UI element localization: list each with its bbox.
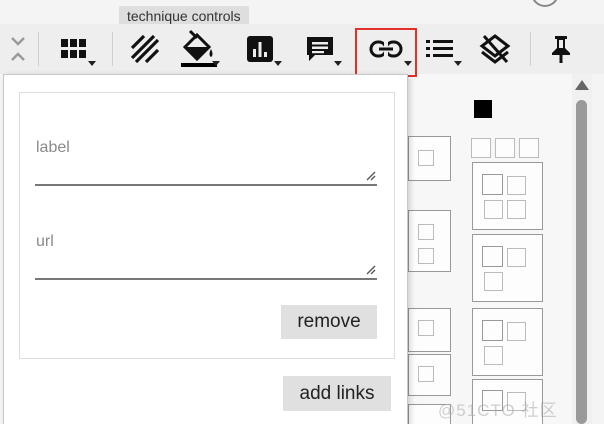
url-input[interactable]: [35, 278, 377, 280]
url-field-label: url: [36, 233, 54, 250]
link-entry-card: label url remove: [19, 92, 395, 359]
dropdown-caret-icon: [212, 61, 220, 66]
grid-icon: [61, 39, 86, 58]
technique-cell[interactable]: [472, 308, 543, 376]
sub-square: [418, 224, 434, 240]
label-input[interactable]: [35, 184, 377, 186]
scoring-button[interactable]: [236, 26, 284, 72]
comment-button[interactable]: [296, 26, 344, 72]
attack-navigator-view: technique controls label url remove add …: [0, 0, 604, 424]
sub-square: [507, 176, 526, 195]
sub-square: [507, 248, 526, 267]
comment-icon: [307, 37, 333, 61]
bar-chart-icon: [247, 36, 273, 62]
sub-square: [484, 200, 503, 219]
watermark: @51CTO 社区: [438, 401, 558, 420]
sub-square: [418, 248, 434, 264]
pin-button[interactable]: [544, 26, 578, 72]
sub-square: [418, 320, 434, 336]
background-color-button[interactable]: [176, 26, 222, 72]
sub-square: [482, 174, 503, 195]
color-swatch: [474, 100, 492, 118]
sub-square: [418, 150, 434, 166]
sub-square: [484, 272, 503, 291]
dropdown-caret-icon: [274, 61, 282, 66]
add-links-button[interactable]: add links: [283, 376, 391, 411]
pin-icon: [552, 36, 570, 63]
sub-square: [507, 322, 526, 341]
toolbar: [0, 24, 604, 74]
scroll-up-arrow-icon[interactable]: [575, 80, 589, 90]
help-icon[interactable]: [531, 0, 559, 7]
collapse-arrows-icon: [11, 37, 25, 61]
sub-square: [418, 366, 434, 382]
resize-handle-icon[interactable]: [366, 171, 376, 181]
technique-cell[interactable]: [472, 162, 543, 230]
sub-square: [471, 138, 491, 158]
toolbar-separator: [38, 32, 39, 66]
layout-button[interactable]: [50, 26, 98, 72]
hatch-pattern-icon: [130, 34, 160, 64]
remove-button[interactable]: remove: [281, 305, 377, 339]
technique-cell[interactable]: [472, 234, 543, 302]
scroll-thumb[interactable]: [576, 100, 587, 424]
sub-square: [495, 138, 515, 158]
label-field-label: label: [36, 139, 70, 156]
sub-square: [519, 138, 539, 158]
metadata-button[interactable]: [416, 26, 464, 72]
clear-annotations-button[interactable]: [474, 26, 516, 72]
toolbar-separator: [112, 32, 113, 66]
sub-square: [482, 246, 503, 267]
dropdown-caret-icon: [334, 61, 342, 66]
dropdown-caret-icon: [454, 61, 462, 66]
collapse-expand-button[interactable]: [4, 26, 32, 72]
sub-square: [482, 320, 503, 341]
links-panel: label url remove add links: [3, 74, 408, 424]
list-icon: [426, 40, 453, 57]
dropdown-caret-icon: [88, 61, 96, 66]
show-hide-disabled-button[interactable]: [124, 26, 166, 72]
layers-clear-icon: [479, 34, 511, 64]
sub-square: [484, 346, 503, 365]
highlight-box: [355, 28, 417, 77]
resize-handle-icon[interactable]: [366, 265, 376, 275]
toolbar-separator: [530, 32, 531, 66]
sub-square: [507, 200, 526, 219]
